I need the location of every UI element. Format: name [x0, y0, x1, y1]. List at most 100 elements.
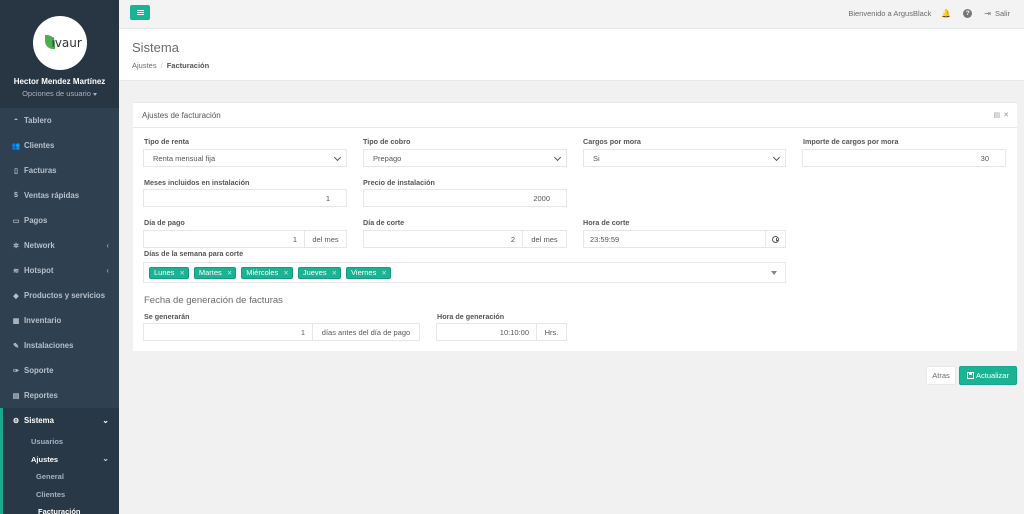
meses-instalacion-label: Meses incluidos en instalación [144, 178, 250, 187]
sidebar: ivaur Hector Mendez Martínez Opciones de… [0, 0, 119, 514]
clock-icon [772, 235, 779, 243]
sidebar-item-ventas-rapidas[interactable]: $ Ventas rápidas [0, 183, 119, 208]
money-icon: ▭ [12, 217, 20, 225]
dollar-icon: $ [14, 192, 18, 199]
tipo-renta-label: Tipo de renta [144, 137, 189, 146]
chevron-down-icon [772, 153, 781, 162]
sidebar-subsubitem-clientes[interactable]: Clientes [3, 485, 119, 503]
hora-corte-label: Hora de corte [583, 218, 630, 227]
sidebar-subitem-label: Ajustes [31, 454, 59, 464]
topbar-right: Bienvenido a ArgusBlack 🔔 ? ⇥ Salir [848, 9, 1010, 18]
help-icon[interactable]: ? [963, 9, 973, 18]
sidebar-subitem-usuarios[interactable]: Usuarios [3, 433, 119, 451]
cargos-mora-select[interactable]: Si [583, 149, 786, 167]
logout-icon[interactable]: ⇥ [984, 9, 991, 18]
remove-tag-icon[interactable]: ✕ [283, 269, 288, 277]
dia-corte-input[interactable]: 2 [363, 230, 523, 248]
sidebar-item-hotspot[interactable]: ≋ Hotspot ‹ [0, 258, 119, 283]
meses-instalacion-input[interactable]: 1 [143, 189, 347, 207]
caret-down-icon [92, 92, 97, 96]
bell-icon[interactable]: 🔔 [941, 9, 951, 18]
hora-generacion-input[interactable]: 10:10:00 [436, 323, 537, 341]
sidebar-item-label: Hotspot [24, 266, 54, 275]
hamburger-icon [136, 10, 144, 15]
logout-link[interactable]: Salir [995, 9, 1010, 18]
precio-instalacion-input[interactable]: 2000 [363, 189, 567, 207]
sidebar-item-facturas[interactable]: ▯ Facturas [0, 158, 119, 183]
nav-list: ◓ Tablero 👥 Clientes ▯ Facturas $ Ventas ráp… [0, 108, 119, 514]
cogs-icon: ⚙ [12, 417, 20, 425]
sidebar-item-label: Instalaciones [24, 341, 74, 350]
importe-mora-input[interactable]: 30 [802, 149, 1006, 167]
tipo-renta-select[interactable]: Renta mensual fija [143, 149, 347, 167]
profile-area: ivaur Hector Mendez Martínez Opciones de… [0, 0, 119, 108]
hora-generacion-label: Hora de generación [437, 312, 505, 321]
remove-tag-icon[interactable]: ✕ [381, 269, 386, 277]
company-logo: ivaur [32, 16, 87, 70]
sidebar-subsubitem-general[interactable]: General [3, 468, 119, 486]
tipo-cobro-value: Prepago [373, 153, 402, 163]
dia-pago-input[interactable]: 1 [143, 230, 305, 248]
breadcrumb: Ajustes / Facturación [132, 61, 209, 70]
panel-title: Ajustes de facturación [142, 111, 221, 120]
user-options-dropdown[interactable]: Opciones de usuario [0, 89, 119, 98]
sidebar-item-productos[interactable]: ◆ Productos y servicios [0, 283, 119, 308]
tag-lunes: Lunes ✕ [149, 266, 189, 279]
menu-toggle-button[interactable] [130, 5, 150, 20]
importe-mora-label: Importe de cargos por mora [803, 137, 899, 146]
tag-viernes: Viernes ✕ [346, 266, 391, 279]
wrench-icon: ✎ [13, 342, 19, 350]
tipo-cobro-select[interactable]: Prepago [363, 149, 567, 167]
logo-text: ivaur [51, 36, 82, 50]
report-icon: ▤ [12, 392, 20, 400]
tag-label: Martes [198, 268, 222, 277]
sidebar-item-tablero[interactable]: ◓ Tablero [0, 108, 119, 133]
panel-header: Ajustes de facturación ▤ ✕ [133, 103, 1017, 128]
tag-label: Miércoles [246, 268, 279, 277]
chevron-down-icon: ⌄ [102, 416, 109, 425]
sidebar-item-inventario[interactable]: ▦ Inventario [0, 308, 119, 333]
remove-tag-icon[interactable]: ✕ [179, 269, 184, 277]
network-icon: ✲ [13, 242, 19, 250]
chevron-left-icon: ‹ [106, 241, 109, 250]
sidebar-item-clientes[interactable]: 👥 Clientes [0, 133, 119, 158]
sidebar-item-reportes[interactable]: ▤ Reportes [0, 383, 119, 408]
users-icon: 👥 [11, 142, 21, 150]
se-generaran-input[interactable]: 1 [143, 323, 313, 341]
hora-generacion-suffix: Hrs. [537, 323, 567, 341]
cargos-mora-label: Cargos por mora [583, 137, 641, 146]
sidebar-item-instalaciones[interactable]: ✎ Instalaciones [0, 333, 119, 358]
update-button[interactable]: Actualizar [959, 366, 1017, 385]
sidebar-item-label: Clientes [24, 141, 55, 150]
sidebar-item-soporte[interactable]: ✑ Soporte [0, 358, 119, 383]
sidebar-subsubitem-facturacion[interactable]: Facturación [3, 503, 119, 514]
remove-tag-icon[interactable]: ✕ [332, 269, 337, 277]
close-icon[interactable]: ✕ [1003, 112, 1009, 119]
sidebar-item-label: Pagos [24, 216, 48, 225]
breadcrumb-parent[interactable]: Ajustes [132, 61, 157, 70]
topbar: Bienvenido a ArgusBlack 🔔 ? ⇥ Salir [119, 0, 1024, 29]
sistema-submenu: Usuarios Ajustes ⌄ General Clientes Factu… [0, 433, 119, 514]
chevron-left-icon: ‹ [106, 266, 109, 275]
welcome-text: Bienvenido a ArgusBlack [848, 9, 932, 18]
sidebar-item-label: Reportes [24, 391, 58, 400]
sidebar-item-sistema[interactable]: ⚙ Sistema ⌄ [0, 408, 119, 433]
remove-tag-icon[interactable]: ✕ [227, 269, 232, 277]
dias-semana-multiselect[interactable]: Lunes ✕ Martes ✕ Miércoles ✕ Jueves ✕ Vierne… [143, 262, 786, 283]
hora-corte-clock-button[interactable] [766, 230, 786, 248]
sidebar-subitem-ajustes[interactable]: Ajustes ⌄ [3, 450, 119, 468]
sidebar-item-label: Network [24, 241, 55, 250]
update-button-label: Actualizar [976, 371, 1009, 380]
sidebar-item-network[interactable]: ✲ Network ‹ [0, 233, 119, 258]
sidebar-item-pagos[interactable]: ▭ Pagos [0, 208, 119, 233]
sidebar-item-label: Sistema [24, 416, 54, 425]
back-button[interactable]: Atras [926, 366, 956, 385]
sidebar-item-label: Soporte [24, 366, 54, 375]
breadcrumb-separator: / [160, 61, 163, 70]
se-generaran-label: Se generarán [144, 312, 190, 321]
caret-down-icon[interactable] [771, 271, 777, 275]
page-title: Sistema [132, 40, 179, 55]
hora-corte-input[interactable]: 23:59:59 [583, 230, 766, 248]
user-options-label: Opciones de usuario [22, 89, 91, 98]
collapse-icon[interactable]: ▤ [994, 112, 1001, 119]
